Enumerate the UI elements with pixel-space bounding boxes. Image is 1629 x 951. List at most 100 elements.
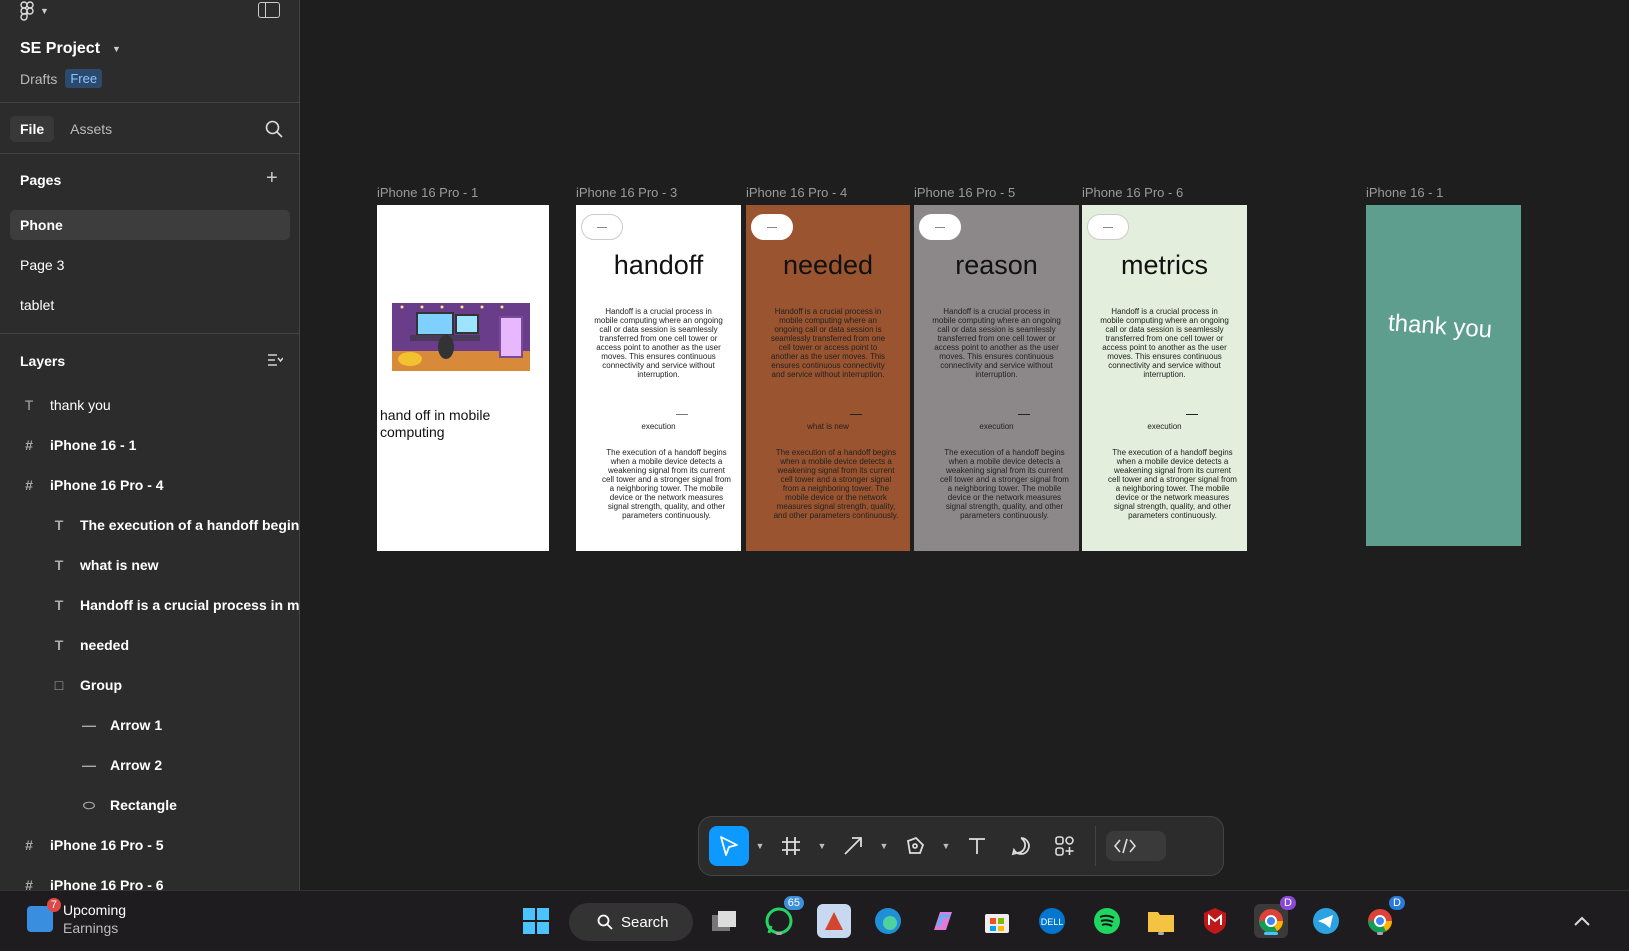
chevron-down-icon[interactable]: ▼ (877, 826, 891, 866)
layer-item[interactable]: # iPhone 16 - 1 (18, 430, 136, 460)
design-canvas[interactable]: iPhone 16 Pro - 1 hand off in mobile com… (300, 0, 1629, 890)
layer-item[interactable]: □ Group (48, 670, 122, 700)
layer-item[interactable]: T thank you (18, 390, 111, 420)
tab-file[interactable]: File (10, 116, 55, 142)
text-tool[interactable] (957, 826, 997, 866)
text-icon: T (54, 517, 64, 533)
frame-iphone-16-pro-6[interactable]: metrics Handoff is a crucial process in … (1082, 205, 1247, 551)
frame-icon (782, 837, 800, 855)
store-icon[interactable] (980, 904, 1014, 938)
weather-widget[interactable]: 7 Upcoming Earnings (27, 898, 126, 937)
drafts-link[interactable]: Drafts (20, 71, 57, 87)
back-pill-button (581, 214, 623, 240)
active-indicator (1264, 932, 1278, 935)
handoff-description: Handoff is a crucial process in mobile c… (1100, 307, 1229, 379)
start-button[interactable] (519, 904, 553, 938)
profile-badge: D (1389, 896, 1405, 910)
chevron-down-icon: ▼ (40, 6, 49, 16)
frame-label[interactable]: iPhone 16 Pro - 4 (746, 185, 847, 200)
project-name[interactable]: SE Project ▼ (20, 40, 121, 58)
search-icon[interactable] (265, 120, 283, 138)
layer-item[interactable]: T Handoff is a crucial process in mo (48, 590, 299, 620)
arrow-icon (844, 837, 862, 855)
main-menu-button[interactable]: ▼ (20, 0, 49, 22)
widget-subtitle: Earnings (63, 920, 119, 936)
chrome-icon[interactable]: D (1254, 896, 1296, 938)
taskbar-search[interactable]: Search (569, 903, 693, 941)
frame-icon: # (25, 437, 33, 453)
layer-item[interactable]: T what is new (48, 550, 159, 580)
shape-tool[interactable] (833, 826, 873, 866)
layer-label: The execution of a handoff begins (80, 517, 300, 533)
layer-item[interactable]: — Arrow 2 (78, 750, 162, 780)
pen-icon (906, 836, 925, 854)
chevron-down-icon[interactable]: ▼ (753, 826, 767, 866)
edge-icon[interactable] (871, 904, 905, 938)
chevron-up-icon[interactable] (1570, 904, 1594, 938)
layer-label: Arrow 1 (110, 717, 163, 733)
section-label: what is new (807, 422, 849, 431)
layer-item[interactable]: T needed (48, 630, 129, 660)
dev-mode-toggle[interactable] (1106, 831, 1166, 861)
task-view-icon[interactable] (707, 904, 741, 938)
back-pill-button (919, 214, 961, 240)
whatsapp-icon[interactable]: 65 (762, 896, 804, 938)
group-icon: □ (54, 677, 64, 693)
frame-label[interactable]: iPhone 16 Pro - 3 (576, 185, 677, 200)
layers-options-icon[interactable] (267, 352, 283, 368)
layer-label: Group (80, 677, 122, 693)
execution-description: The execution of a handoff begins when a… (1108, 448, 1237, 520)
execution-description: The execution of a handoff begins when a… (940, 448, 1069, 520)
page-item-page-3[interactable]: Page 3 (10, 250, 290, 280)
spotify-icon[interactable] (1090, 904, 1124, 938)
pen-tool[interactable] (895, 826, 935, 866)
mcafee-icon[interactable] (1198, 904, 1232, 938)
tab-assets[interactable]: Assets (60, 116, 122, 142)
file-explorer-icon[interactable] (1144, 904, 1178, 938)
layer-item[interactable]: # iPhone 16 Pro - 6 (18, 870, 164, 890)
chevron-down-icon[interactable]: ▼ (815, 826, 829, 866)
frame-label[interactable]: iPhone 16 - 1 (1366, 185, 1443, 200)
chrome-profile-icon[interactable]: D (1363, 896, 1405, 938)
telegram-icon[interactable] (1309, 904, 1343, 938)
toggle-sidebar-icon[interactable] (258, 2, 280, 18)
ellipse-icon: ⬭ (83, 796, 95, 813)
layer-label: needed (80, 637, 130, 653)
chevron-down-icon[interactable]: ▼ (939, 826, 953, 866)
page-item-phone[interactable]: Phone (10, 210, 290, 240)
frame-iphone-16-pro-3[interactable]: handoff Handoff is a crucial process in … (576, 205, 741, 551)
frame-iphone-16-pro-4[interactable]: needed Handoff is a crucial process in m… (746, 205, 910, 551)
comment-tool[interactable] (1001, 826, 1041, 866)
layer-item[interactable]: # iPhone 16 Pro - 4 (18, 470, 164, 500)
move-tool[interactable] (709, 826, 749, 866)
layer-item[interactable]: ⬭ Rectangle (78, 790, 177, 820)
copilot-icon[interactable] (926, 904, 960, 938)
add-page-icon[interactable]: + (266, 168, 278, 188)
windows-taskbar: 7 Upcoming Earnings Search 65 DELL D D (0, 890, 1629, 951)
code-icon (1114, 838, 1136, 854)
comment-icon (1011, 837, 1030, 856)
frame-iphone-16-pro-5[interactable]: reason Handoff is a crucial process in m… (914, 205, 1079, 551)
frame-tool[interactable] (771, 826, 811, 866)
frame-iphone-16-1[interactable]: thank you (1366, 205, 1521, 546)
dell-icon[interactable]: DELL (1035, 904, 1069, 938)
plan-badge[interactable]: Free (65, 69, 103, 88)
frame-iphone-16-pro-1[interactable]: hand off in mobile computing (377, 205, 549, 551)
layer-item[interactable]: T The execution of a handoff begins (48, 510, 300, 540)
profile-badge: D (1280, 896, 1296, 910)
frame-label[interactable]: iPhone 16 Pro - 6 (1082, 185, 1183, 200)
frame-label[interactable]: iPhone 16 Pro - 1 (377, 185, 478, 200)
layer-item[interactable]: — Arrow 1 (78, 710, 162, 740)
actions-tool[interactable] (1045, 826, 1085, 866)
frame-label[interactable]: iPhone 16 Pro - 5 (914, 185, 1015, 200)
layer-item[interactable]: # iPhone 16 Pro - 5 (18, 830, 164, 860)
chevron-down-icon: ▼ (112, 44, 121, 54)
search-icon (597, 914, 613, 930)
layer-label: iPhone 16 - 1 (50, 437, 137, 453)
page-item-tablet[interactable]: tablet (10, 290, 290, 320)
photo-app-icon[interactable] (817, 904, 851, 938)
sidebar-tabs: File Assets (10, 116, 122, 142)
text-icon: T (54, 557, 64, 573)
layers-title: Layers (20, 353, 66, 369)
line-icon: — (82, 717, 96, 733)
